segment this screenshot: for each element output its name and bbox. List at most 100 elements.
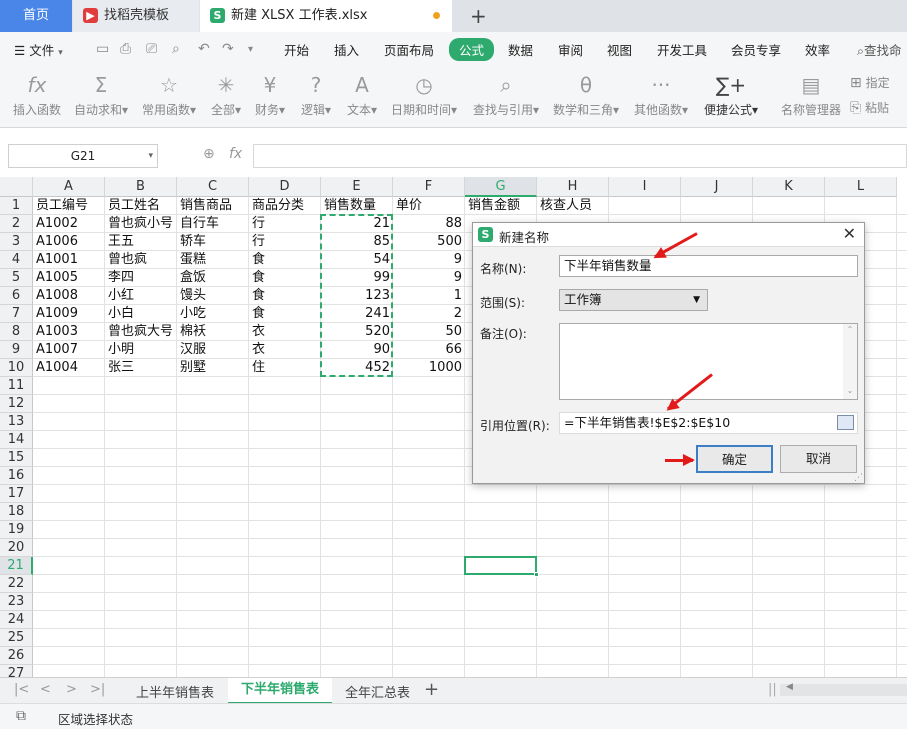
column-header[interactable]: L xyxy=(825,177,897,197)
column-header[interactable]: G xyxy=(465,177,537,197)
table-cell[interactable]: 520 xyxy=(321,323,393,341)
row-header[interactable]: 12 xyxy=(0,395,33,413)
menu-member[interactable]: 会员专享 xyxy=(731,40,781,59)
export-icon[interactable]: ⎙ xyxy=(120,41,131,57)
table-cell[interactable]: 汉服 xyxy=(177,341,249,359)
undo-icon[interactable]: ↶ xyxy=(198,41,210,57)
table-cell[interactable]: 轿车 xyxy=(177,233,249,251)
table-cell[interactable]: 小吃 xyxy=(177,305,249,323)
tab-current-file[interactable]: S 新建 XLSX 工作表.xlsx xyxy=(200,0,452,32)
table-cell[interactable]: 452 xyxy=(321,359,393,377)
table-cell[interactable]: A1006 xyxy=(33,233,105,251)
table-cell[interactable]: 2 xyxy=(393,305,465,323)
name-input[interactable]: 下半年销售数量 xyxy=(559,255,858,277)
ok-button[interactable]: 确定 xyxy=(696,445,773,473)
header-cell[interactable]: 单价 xyxy=(393,197,465,215)
table-cell[interactable]: 盒饭 xyxy=(177,269,249,287)
fx-button[interactable]: fx xyxy=(229,146,242,162)
table-cell[interactable]: 曾也疯 xyxy=(105,251,177,269)
specify-button[interactable]: ⊞ 指定 xyxy=(850,74,902,91)
row-header[interactable]: 10 xyxy=(0,359,33,377)
search-command[interactable]: ⌕查找命 xyxy=(857,40,902,59)
row-header[interactable]: 15 xyxy=(0,449,33,467)
menu-efficiency[interactable]: 效率 xyxy=(805,40,830,59)
paste-button[interactable]: ⎘ 粘贴 xyxy=(850,99,902,116)
table-cell[interactable]: 食 xyxy=(249,251,321,269)
column-header[interactable]: F xyxy=(393,177,465,197)
row-header[interactable]: 22 xyxy=(0,575,33,593)
dialog-titlebar[interactable]: S 新建名称 ✕ xyxy=(473,223,864,247)
quick-formula-button[interactable]: ∑+ 便捷公式▾ xyxy=(700,72,762,118)
row-header[interactable]: 23 xyxy=(0,593,33,611)
common-functions-button[interactable]: ☆ 常用函数▾ xyxy=(138,72,200,118)
preview-icon[interactable]: ⌕ xyxy=(172,41,180,57)
column-header[interactable]: K xyxy=(753,177,825,197)
table-cell[interactable]: 王五 xyxy=(105,233,177,251)
menu-start[interactable]: 开始 xyxy=(284,40,309,59)
table-cell[interactable]: 行 xyxy=(249,215,321,233)
table-cell[interactable]: 住 xyxy=(249,359,321,377)
note-scrollbar[interactable]: ⌃ ⌄ xyxy=(843,324,857,399)
table-cell[interactable]: 1 xyxy=(393,287,465,305)
text-button[interactable]: A 文本▾ xyxy=(342,72,382,118)
table-cell[interactable]: 9 xyxy=(393,251,465,269)
table-cell[interactable]: A1002 xyxy=(33,215,105,233)
first-sheet-icon[interactable]: |< xyxy=(14,682,29,697)
menu-dev-tools[interactable]: 开发工具 xyxy=(657,40,707,59)
table-cell[interactable]: 123 xyxy=(321,287,393,305)
scope-select[interactable]: 工作簿 ▼ xyxy=(559,289,708,311)
table-cell[interactable]: 66 xyxy=(393,341,465,359)
column-header[interactable]: C xyxy=(177,177,249,197)
header-cell[interactable]: 销售商品 xyxy=(177,197,249,215)
datetime-button[interactable]: ◷ 日期和时间▾ xyxy=(388,72,460,118)
select-all-corner[interactable] xyxy=(0,177,33,197)
table-cell[interactable]: 馒头 xyxy=(177,287,249,305)
table-cell[interactable]: 88 xyxy=(393,215,465,233)
table-cell[interactable]: A1007 xyxy=(33,341,105,359)
column-header[interactable]: D xyxy=(249,177,321,197)
close-icon[interactable]: ✕ xyxy=(843,224,856,243)
column-header[interactable]: E xyxy=(321,177,393,197)
ref-input[interactable]: =下半年销售表!$E$2:$E$10 xyxy=(559,412,858,434)
column-header[interactable]: I xyxy=(609,177,681,197)
table-cell[interactable]: 食 xyxy=(249,287,321,305)
horizontal-scrollbar[interactable]: ◀ xyxy=(780,682,907,696)
table-cell[interactable]: 别墅 xyxy=(177,359,249,377)
redo-icon[interactable]: ↷ xyxy=(222,41,234,57)
table-cell[interactable]: 500 xyxy=(393,233,465,251)
table-cell[interactable]: 241 xyxy=(321,305,393,323)
add-sheet-button[interactable]: + xyxy=(424,679,439,700)
row-header[interactable]: 26 xyxy=(0,647,33,665)
table-cell[interactable]: A1005 xyxy=(33,269,105,287)
row-header[interactable]: 17 xyxy=(0,485,33,503)
name-manager-button[interactable]: ▤ 名称管理器 xyxy=(778,72,844,118)
row-header[interactable]: 21 xyxy=(0,557,33,575)
formula-input[interactable] xyxy=(253,144,907,168)
last-sheet-icon[interactable]: >| xyxy=(90,682,105,697)
table-cell[interactable]: 90 xyxy=(321,341,393,359)
table-cell[interactable]: A1008 xyxy=(33,287,105,305)
row-header[interactable]: 4 xyxy=(0,251,33,269)
resize-grip-icon[interactable]: ⋰ xyxy=(854,473,863,483)
row-header[interactable]: 14 xyxy=(0,431,33,449)
other-functions-button[interactable]: ··· 其他函数▾ xyxy=(630,72,692,118)
sheet-tab-h2[interactable]: 下半年销售表 xyxy=(228,678,333,704)
zoom-icon[interactable]: ⊕ xyxy=(203,146,215,162)
menu-file[interactable]: ☰ 文件 ▾ xyxy=(14,40,63,59)
menu-data[interactable]: 数据 xyxy=(508,40,533,59)
column-header[interactable]: A xyxy=(33,177,105,197)
table-cell[interactable]: 衣 xyxy=(249,323,321,341)
column-header[interactable]: B xyxy=(105,177,177,197)
table-cell[interactable]: 85 xyxy=(321,233,393,251)
table-cell[interactable]: 99 xyxy=(321,269,393,287)
row-header[interactable]: 19 xyxy=(0,521,33,539)
table-cell[interactable]: 曾也疯小号 xyxy=(105,215,177,233)
menu-review[interactable]: 审阅 xyxy=(558,40,583,59)
table-cell[interactable]: 小明 xyxy=(105,341,177,359)
row-header[interactable]: 2 xyxy=(0,215,33,233)
header-cell[interactable]: 销售数量 xyxy=(321,197,393,215)
sheet-tab-h1[interactable]: 上半年销售表 xyxy=(136,682,214,701)
table-cell[interactable]: 自行车 xyxy=(177,215,249,233)
column-header[interactable]: H xyxy=(537,177,609,197)
menu-formula[interactable]: 公式 xyxy=(449,38,495,61)
